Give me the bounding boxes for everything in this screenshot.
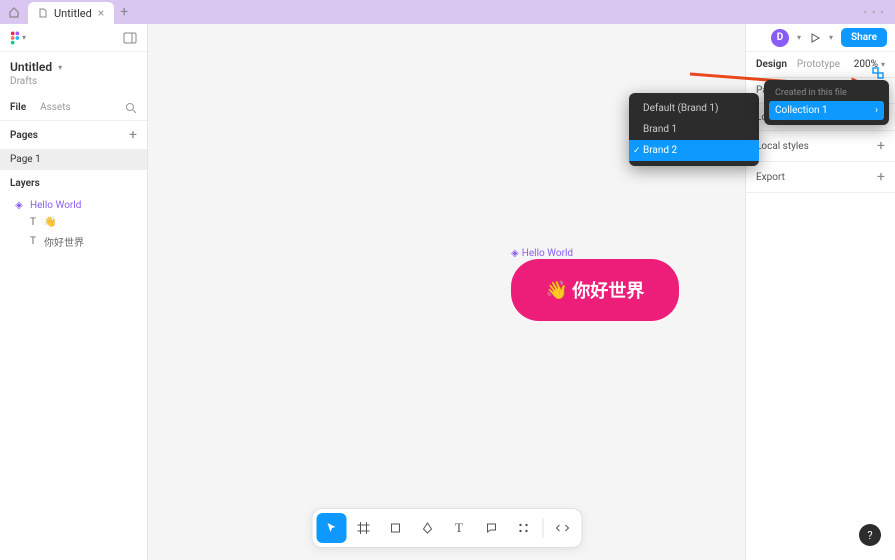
shape-tool[interactable]: [380, 513, 410, 543]
sidebar-tabs: File Assets: [0, 95, 147, 121]
chevron-down-icon[interactable]: ▾: [829, 33, 833, 42]
tab-file[interactable]: File: [10, 102, 26, 113]
actions-tool[interactable]: [508, 513, 538, 543]
layer-label: 👋: [44, 217, 56, 228]
dev-mode-toggle[interactable]: [547, 513, 577, 543]
component-icon: ◈: [14, 201, 24, 211]
variable-mode-icon[interactable]: [871, 66, 885, 80]
text-icon: T: [28, 237, 38, 247]
collection-dropdown: Created in this file Collection 1 ›: [764, 80, 889, 125]
hello-world-frame[interactable]: 👋 你好世界: [511, 259, 679, 321]
page-item[interactable]: Page 1: [0, 149, 147, 170]
text-icon: T: [28, 218, 38, 228]
layer-label: 你好世界: [44, 234, 84, 249]
add-button[interactable]: +: [877, 169, 885, 185]
add-button[interactable]: +: [877, 138, 885, 154]
add-tab-button[interactable]: +: [120, 4, 128, 20]
bottom-toolbar: T: [311, 508, 582, 548]
play-icon[interactable]: [809, 32, 821, 44]
dropdown-item-default[interactable]: Default (Brand 1): [629, 98, 759, 119]
dropdown-header: Created in this file: [769, 85, 884, 101]
dropdown-item-brand1[interactable]: Brand 1: [629, 119, 759, 140]
window-menu-icon[interactable]: • • •: [863, 6, 885, 19]
local-styles-row[interactable]: Local styles +: [746, 131, 895, 162]
dropdown-item-collection[interactable]: Collection 1 ›: [769, 101, 884, 120]
pen-tool[interactable]: [412, 513, 442, 543]
toolbar-separator: [542, 518, 543, 538]
home-icon[interactable]: [6, 4, 22, 20]
search-icon[interactable]: [125, 102, 137, 114]
doc-subtitle: Drafts: [0, 76, 147, 95]
local-styles-label: Local styles: [756, 141, 809, 152]
file-icon: [38, 8, 48, 18]
layer-text-emoji[interactable]: T 👋: [0, 214, 147, 231]
close-tab-icon[interactable]: ×: [98, 6, 104, 20]
comment-tool[interactable]: [476, 513, 506, 543]
app-body: ▾ Untitled ▾ Drafts File Assets Pages + …: [0, 24, 895, 560]
frame-label[interactable]: ◈ Hello World: [511, 248, 573, 259]
tab-assets[interactable]: Assets: [40, 102, 71, 113]
component-icon: ◈: [511, 248, 519, 259]
check-icon: ✓: [633, 146, 641, 156]
chevron-down-icon: ▾: [58, 63, 62, 72]
emoji-text: 👋: [546, 280, 568, 301]
layer-frame[interactable]: ◈ Hello World: [0, 197, 147, 214]
chevron-down-icon[interactable]: ▾: [797, 33, 801, 42]
sidebar-top: ▾: [0, 24, 147, 52]
titlebar: Untitled × + • • •: [0, 0, 895, 24]
tab-prototype[interactable]: Prototype: [797, 59, 840, 70]
cjk-text: 你好世界: [572, 277, 644, 303]
tab-design[interactable]: Design: [756, 59, 787, 70]
export-row[interactable]: Export +: [746, 162, 895, 193]
doc-title-row[interactable]: Untitled ▾: [0, 52, 147, 76]
export-label: Export: [756, 172, 785, 183]
help-button[interactable]: ?: [859, 524, 881, 546]
document-tab[interactable]: Untitled ×: [28, 2, 114, 24]
dropdown-item-brand2[interactable]: ✓Brand 2: [629, 140, 759, 161]
pages-section: Pages +: [0, 121, 147, 149]
text-tool[interactable]: T: [444, 513, 474, 543]
left-sidebar: ▾ Untitled ▾ Drafts File Assets Pages + …: [0, 24, 148, 560]
frame-tool[interactable]: [348, 513, 378, 543]
brand-dropdown: Default (Brand 1) Brand 1 ✓Brand 2: [629, 93, 759, 166]
chevron-right-icon: ›: [875, 105, 878, 116]
panel-icon[interactable]: [123, 32, 137, 44]
layers-label: Layers: [0, 170, 147, 197]
tab-label: Untitled: [54, 7, 92, 20]
layer-text-cjk[interactable]: T 你好世界: [0, 231, 147, 252]
pages-label: Pages: [10, 130, 38, 141]
share-button[interactable]: Share: [841, 28, 887, 47]
layer-label: Hello World: [30, 200, 81, 211]
avatar[interactable]: D: [771, 29, 789, 47]
move-tool[interactable]: [316, 513, 346, 543]
right-top: D ▾ ▾ Share: [746, 24, 895, 52]
figma-menu-icon[interactable]: ▾: [10, 31, 26, 45]
add-page-button[interactable]: +: [129, 127, 137, 143]
doc-title: Untitled: [10, 60, 52, 74]
